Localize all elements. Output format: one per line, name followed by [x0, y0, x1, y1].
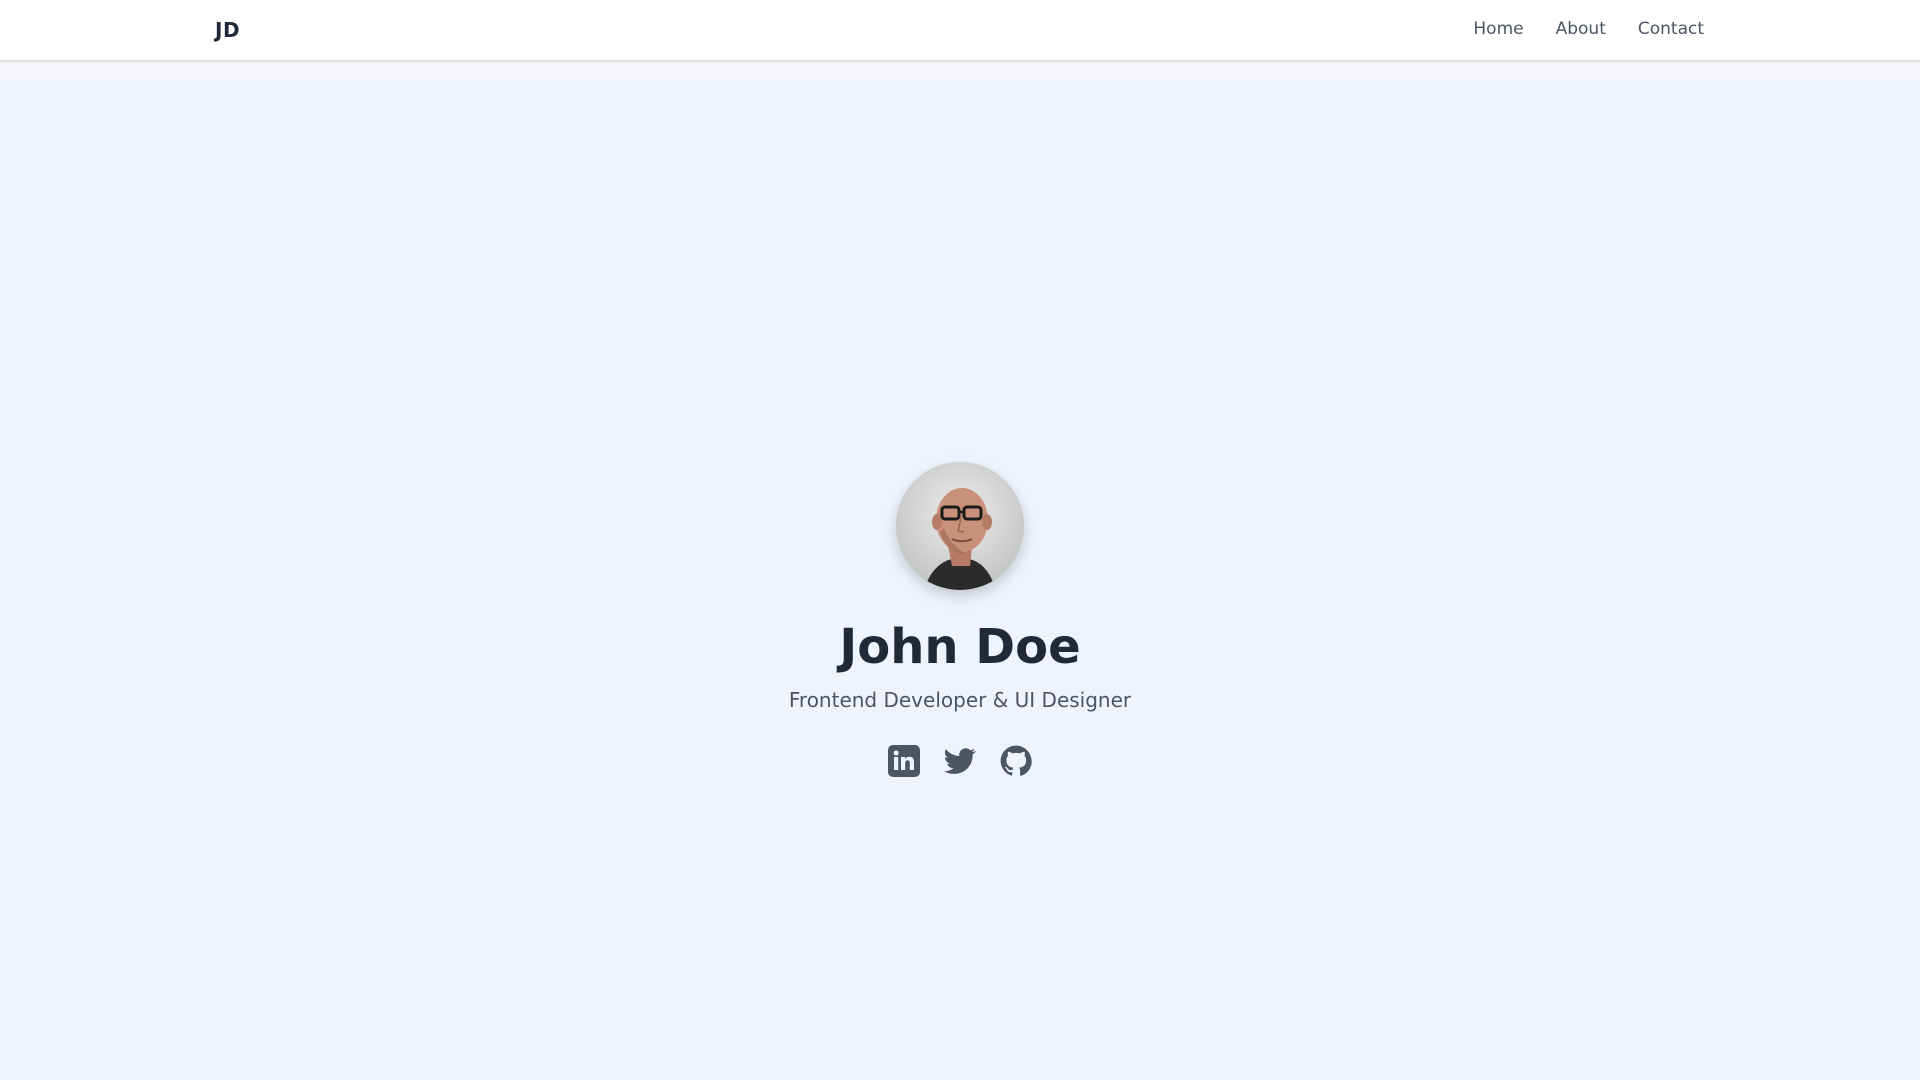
hero-name: John Doe	[839, 619, 1081, 675]
nav-link-contact[interactable]: Contact	[1638, 19, 1704, 39]
brand-logo[interactable]: JD	[215, 18, 240, 42]
social-links	[0, 745, 1920, 777]
nav-spacer	[0, 60, 1920, 80]
nav-links: Home About Contact	[1473, 19, 1704, 39]
twitter-icon[interactable]	[944, 745, 976, 777]
nav-link-home[interactable]: Home	[1473, 19, 1523, 39]
top-navbar: JD Home About Contact	[0, 0, 1920, 60]
github-icon[interactable]	[1000, 745, 1032, 777]
profile-photo	[896, 462, 1024, 590]
linkedin-icon[interactable]	[888, 745, 920, 777]
avatar	[896, 462, 1024, 590]
hero-tagline: Frontend Developer & UI Designer	[788, 688, 1132, 712]
nav-link-about[interactable]: About	[1556, 19, 1606, 39]
